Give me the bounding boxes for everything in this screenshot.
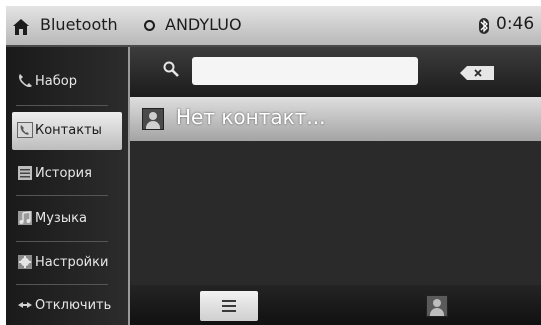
divider xyxy=(16,284,108,285)
sidebar-item-label: История xyxy=(35,166,92,181)
bluetooth-icon xyxy=(479,18,489,34)
clear-search-icon[interactable] xyxy=(460,66,494,80)
sidebar-item-music[interactable]: Музыка xyxy=(12,200,122,238)
sidebar-item-label: Настройки xyxy=(35,255,109,270)
home-icon[interactable] xyxy=(12,18,30,36)
contact-avatar-icon xyxy=(142,108,164,130)
app-title: Bluetooth xyxy=(40,15,118,34)
divider xyxy=(16,241,108,242)
divider xyxy=(16,105,108,106)
sidebar-item-label: Набор xyxy=(35,74,77,89)
tab-list[interactable] xyxy=(200,291,258,321)
tab-contacts[interactable] xyxy=(426,295,448,317)
contacts-phone-icon xyxy=(17,122,33,138)
sidebar-item-contacts[interactable]: Контакты xyxy=(12,112,122,150)
bottom-tab-bar xyxy=(130,285,541,325)
disconnect-icon xyxy=(18,302,32,308)
sidebar: Набор Контакты История Музыка Настройки … xyxy=(6,47,130,325)
sidebar-item-settings[interactable]: Настройки xyxy=(12,244,122,282)
search-bar xyxy=(130,47,541,97)
car-bluetooth-screen: Bluetooth ANDYLUO 0:46 Набор Контакты Ис… xyxy=(6,6,541,325)
settings-gear-icon xyxy=(18,255,32,269)
contact-avatar-icon xyxy=(433,299,441,307)
divider xyxy=(16,195,108,196)
sidebar-item-history[interactable]: История xyxy=(12,155,122,193)
history-list-icon xyxy=(18,166,32,180)
empty-contacts-text: Нет контакт... xyxy=(176,105,326,129)
status-bar: Bluetooth ANDYLUO 0:46 xyxy=(6,6,541,47)
contact-list-area xyxy=(130,141,541,285)
list-item[interactable]: Нет контакт... xyxy=(130,97,541,141)
phone-icon xyxy=(19,74,32,88)
music-icon xyxy=(18,211,32,225)
search-input[interactable] xyxy=(192,57,418,85)
sidebar-item-dial[interactable]: Набор xyxy=(12,63,122,101)
list-icon xyxy=(222,300,236,312)
sidebar-item-label: Контакты xyxy=(35,123,102,138)
sidebar-item-label: Отключить xyxy=(35,298,112,313)
sidebar-item-disconnect[interactable]: Отключить xyxy=(12,287,122,325)
sidebar-item-label: Музыка xyxy=(35,211,87,226)
connected-device-name: ANDYLUO xyxy=(165,15,242,34)
clock: 0:46 xyxy=(496,14,535,34)
device-circle-icon xyxy=(144,20,155,31)
search-icon[interactable] xyxy=(162,60,180,78)
